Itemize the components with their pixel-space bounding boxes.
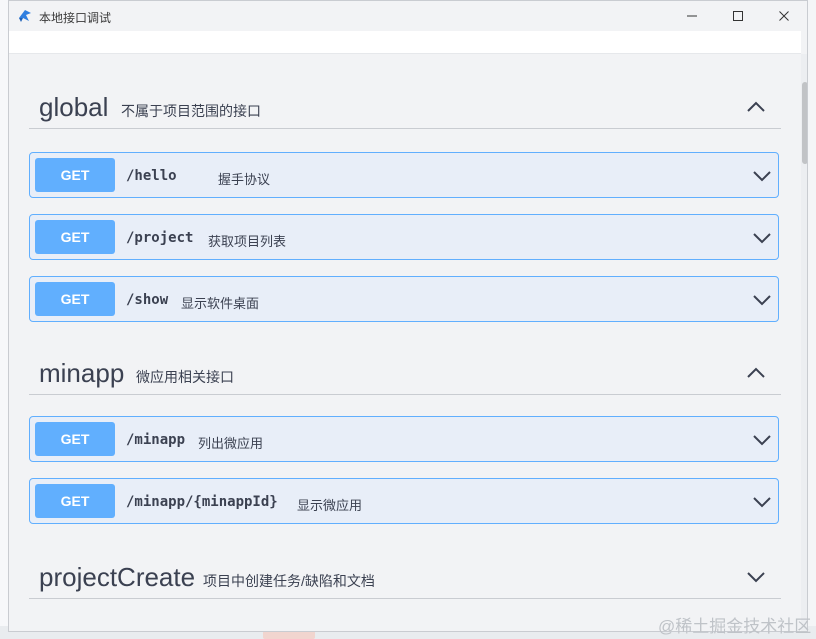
- app-window: 本地接口调试 global 不属于项目范围的接口 GET /hello 握手协议…: [8, 0, 808, 632]
- window-title: 本地接口调试: [39, 11, 112, 25]
- background-app-right-edge: [808, 0, 816, 639]
- vertical-scrollbar[interactable]: [801, 54, 807, 631]
- section-description: 不属于项目范围的接口: [121, 103, 261, 119]
- section-header-minapp[interactable]: minapp 微应用相关接口: [29, 350, 781, 395]
- maximize-button[interactable]: [715, 1, 761, 31]
- operation-path: /show: [126, 292, 169, 308]
- operation-path: /hello: [126, 168, 177, 184]
- operation-get-minapp-by-id[interactable]: GET /minapp/{minappId} 显示微应用: [29, 478, 779, 524]
- app-icon: [19, 10, 31, 22]
- close-icon: [779, 11, 789, 21]
- chevron-down-icon[interactable]: [745, 566, 767, 588]
- section-description: 项目中创建任务/缺陷和文档: [203, 573, 375, 589]
- section-header-global[interactable]: global 不属于项目范围的接口: [29, 84, 781, 129]
- chevron-up-icon[interactable]: [745, 362, 767, 384]
- section-title: minapp: [39, 358, 125, 388]
- operation-summary: 握手协议: [218, 172, 271, 187]
- chevron-down-icon[interactable]: [752, 290, 772, 310]
- operation-path: /minapp/{minappId}: [126, 494, 278, 510]
- operation-summary: 获取项目列表: [208, 234, 287, 249]
- operation-summary: 列出微应用: [198, 436, 264, 451]
- background-app-left-edge: [0, 0, 8, 639]
- top-bar: [9, 31, 801, 54]
- method-badge: GET: [35, 158, 115, 192]
- operation-get-project[interactable]: GET /project 获取项目列表: [29, 214, 779, 260]
- chevron-down-icon[interactable]: [752, 430, 772, 450]
- operation-path: /minapp: [126, 432, 186, 448]
- section-header-projectcreate[interactable]: projectCreate 项目中创建任务/缺陷和文档: [29, 554, 781, 599]
- chevron-up-icon[interactable]: [745, 96, 767, 118]
- close-button[interactable]: [761, 1, 807, 31]
- operation-path: /project: [126, 230, 194, 246]
- section-title: global: [39, 92, 109, 122]
- method-badge: GET: [35, 422, 115, 456]
- minimize-icon: [687, 15, 697, 17]
- operation-summary: 显示软件桌面: [181, 296, 260, 311]
- section-description: 微应用相关接口: [136, 369, 234, 385]
- operation-get-minapp[interactable]: GET /minapp 列出微应用: [29, 416, 779, 462]
- operation-get-hello[interactable]: GET /hello 握手协议: [29, 152, 779, 198]
- method-badge: GET: [35, 484, 115, 518]
- api-doc-content: global 不属于项目范围的接口 GET /hello 握手协议 GET /p…: [9, 54, 799, 631]
- maximize-icon: [733, 11, 743, 21]
- section-title: projectCreate: [39, 562, 196, 592]
- operation-get-show[interactable]: GET /show 显示软件桌面: [29, 276, 779, 322]
- watermark: @稀土掘金技术社区: [658, 617, 812, 636]
- title-bar[interactable]: 本地接口调试: [9, 1, 807, 31]
- scrollbar-thumb[interactable]: [802, 82, 807, 164]
- chevron-down-icon[interactable]: [752, 166, 772, 186]
- method-badge: GET: [35, 220, 115, 254]
- operation-summary: 显示微应用: [297, 498, 363, 513]
- method-badge: GET: [35, 282, 115, 316]
- chevron-down-icon[interactable]: [752, 492, 772, 512]
- chevron-down-icon[interactable]: [752, 228, 772, 248]
- minimize-button[interactable]: [669, 1, 715, 31]
